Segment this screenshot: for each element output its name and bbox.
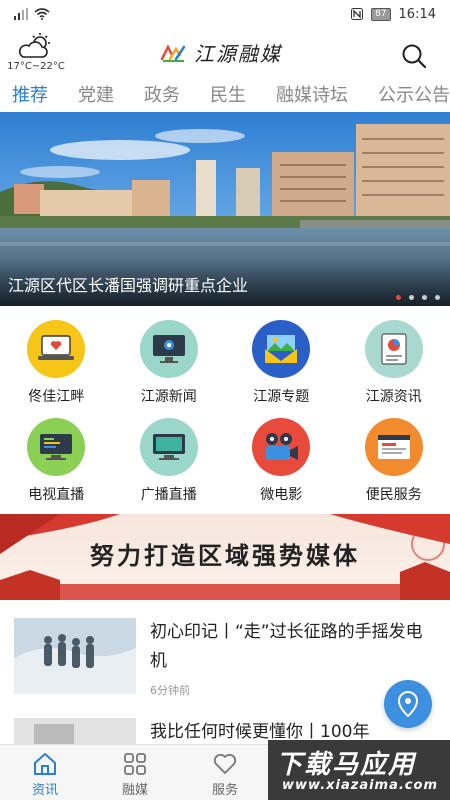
wifi-icon <box>34 8 50 20</box>
carousel-dot[interactable] <box>409 295 414 300</box>
grid-label: 江源新闻 <box>140 389 197 405</box>
grid-label: 江源专题 <box>253 389 310 405</box>
search-button[interactable] <box>400 42 428 70</box>
promo-slogan: 努力打造区域强势媒体 <box>90 541 360 570</box>
grid-item-topics[interactable]: 江源专题 <box>225 312 338 410</box>
tab-livelihood[interactable]: 民生 <box>210 81 246 107</box>
carousel-dots <box>396 295 440 300</box>
news-thumbnail <box>14 618 136 694</box>
nav-item-news[interactable]: 资讯 <box>0 745 90 800</box>
grid-item-tongjia[interactable]: 佟佳江畔 <box>0 312 113 410</box>
signal-icon <box>14 8 28 20</box>
grid-item-services[interactable]: 便民服务 <box>338 410 450 508</box>
nav-item-media[interactable]: 融媒 <box>90 745 180 800</box>
carousel-dot[interactable] <box>396 295 401 300</box>
grid-label: 广播直播 <box>140 487 197 503</box>
home-icon <box>34 753 56 775</box>
grid-label: 微电影 <box>260 487 303 503</box>
banner-caption: 江源区代区长潘国强调研重点企业 <box>0 258 450 306</box>
app-header: 17°C~22°C 江源融媒 <box>0 28 450 76</box>
grid-label: 佟佳江畔 <box>28 389 85 405</box>
news-item[interactable]: 初心印记丨“走”过长征路的手摇发电机 6分钟前 <box>14 618 436 698</box>
grid-label: 电视直播 <box>28 487 85 503</box>
location-float-button[interactable] <box>384 680 432 728</box>
logo-mark-icon <box>160 43 186 62</box>
tv-monitor-icon <box>27 418 86 476</box>
image-envelope-icon <box>252 320 311 378</box>
grid-item-info[interactable]: 江源资讯 <box>338 312 450 410</box>
nav-label: 资讯 <box>31 783 58 798</box>
location-pin-icon <box>397 690 419 718</box>
grid-label: 便民服务 <box>365 487 422 503</box>
app-logo: 江源融媒 <box>160 38 282 67</box>
search-icon <box>402 44 427 69</box>
battery-indicator: 87 <box>371 7 391 21</box>
nav-item-services[interactable]: 服务 <box>180 745 270 800</box>
document-chart-icon <box>364 320 423 378</box>
tab-poetry[interactable]: 融媒诗坛 <box>276 81 348 107</box>
grid-item-radio-live[interactable]: 广播直播 <box>113 410 226 508</box>
tab-recommend[interactable]: 推荐 <box>12 81 48 107</box>
nav-label: 融媒 <box>121 783 148 798</box>
carousel-dot[interactable] <box>422 295 427 300</box>
monitor-gear-icon <box>139 320 198 378</box>
tab-announcement[interactable]: 公示公告 <box>378 81 450 107</box>
news-title: 初心印记丨“走”过长征路的手摇发电机 <box>150 622 423 671</box>
status-right: 87 16:14 <box>351 7 436 22</box>
weather-widget[interactable]: 17°C~22°C <box>6 32 66 72</box>
carousel-dot[interactable] <box>435 295 440 300</box>
film-camera-icon <box>252 418 311 476</box>
tab-party[interactable]: 党建 <box>78 81 114 107</box>
nfc-icon <box>351 8 364 20</box>
nav-label: 服务 <box>211 783 238 798</box>
partly-cloudy-icon <box>18 33 50 58</box>
grid-label: 江源资讯 <box>365 389 422 405</box>
tab-government[interactable]: 政务 <box>144 81 180 107</box>
promo-banner[interactable]: 努力打造区域强势媒体 <box>0 514 450 600</box>
browser-window-icon <box>364 418 423 476</box>
grid-icon <box>124 753 146 775</box>
category-tabs: 推荐 党建 政务 民生 融媒诗坛 公示公告 <box>0 76 450 112</box>
grid-item-tv-live[interactable]: 电视直播 <box>0 410 113 508</box>
banner-carousel[interactable]: 江源区代区长潘国强调研重点企业 <box>0 112 450 306</box>
grid-item-micro-film[interactable]: 微电影 <box>225 410 338 508</box>
heart-icon <box>213 753 237 774</box>
status-bar: 87 16:14 <box>0 0 450 28</box>
desktop-screen-icon <box>139 418 198 476</box>
watermark-sub: www.xiazaima.com <box>282 778 438 793</box>
status-left <box>14 8 50 20</box>
logo-text: 江源融媒 <box>194 42 282 66</box>
status-time: 16:14 <box>398 6 436 22</box>
temperature-range: 17°C~22°C <box>7 61 65 72</box>
watermark: 下载马应用 www.xiazaima.com <box>268 740 450 800</box>
grid-item-news[interactable]: 江源新闻 <box>113 312 226 410</box>
feature-grid: 佟佳江畔 江源新闻 江源专题 江源资讯 电视直播 广播直播 微电影 便民服务 <box>0 312 450 508</box>
watermark-main: 下载马应用 <box>276 750 417 780</box>
laptop-heart-icon <box>27 320 86 378</box>
